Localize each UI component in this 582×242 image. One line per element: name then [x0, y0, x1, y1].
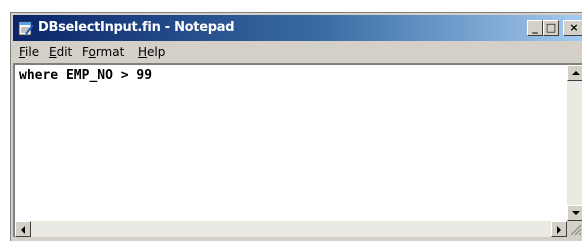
text-editor[interactable]: where EMP_NO > 99 [13, 63, 582, 237]
resize-grip[interactable] [567, 221, 582, 237]
horizontal-scrollbar[interactable] [15, 221, 567, 237]
menu-file[interactable]: File [19, 45, 39, 59]
minimize-icon: _ [532, 21, 538, 34]
vertical-scrollbar[interactable] [567, 65, 582, 221]
maximize-button[interactable]: □ [543, 20, 559, 36]
menu-format[interactable]: Format [82, 45, 124, 59]
resize-grip-icon [570, 224, 582, 236]
scroll-down-button[interactable] [567, 205, 582, 221]
maximize-icon: □ [545, 21, 557, 34]
scroll-up-button[interactable] [567, 65, 582, 81]
window-title: DBselectInput.fin - Notepad [38, 20, 235, 35]
minimize-button[interactable]: _ [527, 20, 543, 36]
scroll-left-button[interactable] [15, 221, 31, 237]
arrow-up-icon [572, 71, 580, 75]
menu-edit[interactable]: Edit [49, 45, 72, 59]
arrow-left-icon [21, 226, 25, 234]
arrow-right-icon [557, 226, 561, 234]
title-bar[interactable]: DBselectInput.fin - Notepad _ □ × [13, 15, 582, 41]
notepad-icon [18, 21, 34, 36]
notepad-window: DBselectInput.fin - Notepad _ □ × File E… [10, 12, 582, 241]
scroll-right-button[interactable] [551, 221, 567, 237]
close-button[interactable]: × [563, 20, 582, 36]
menu-help[interactable]: Help [138, 45, 165, 59]
menu-bar: File Edit Format Help [13, 42, 582, 62]
arrow-down-icon [572, 211, 580, 215]
close-icon: × [569, 21, 579, 34]
editor-text[interactable]: where EMP_NO > 99 [19, 68, 152, 83]
